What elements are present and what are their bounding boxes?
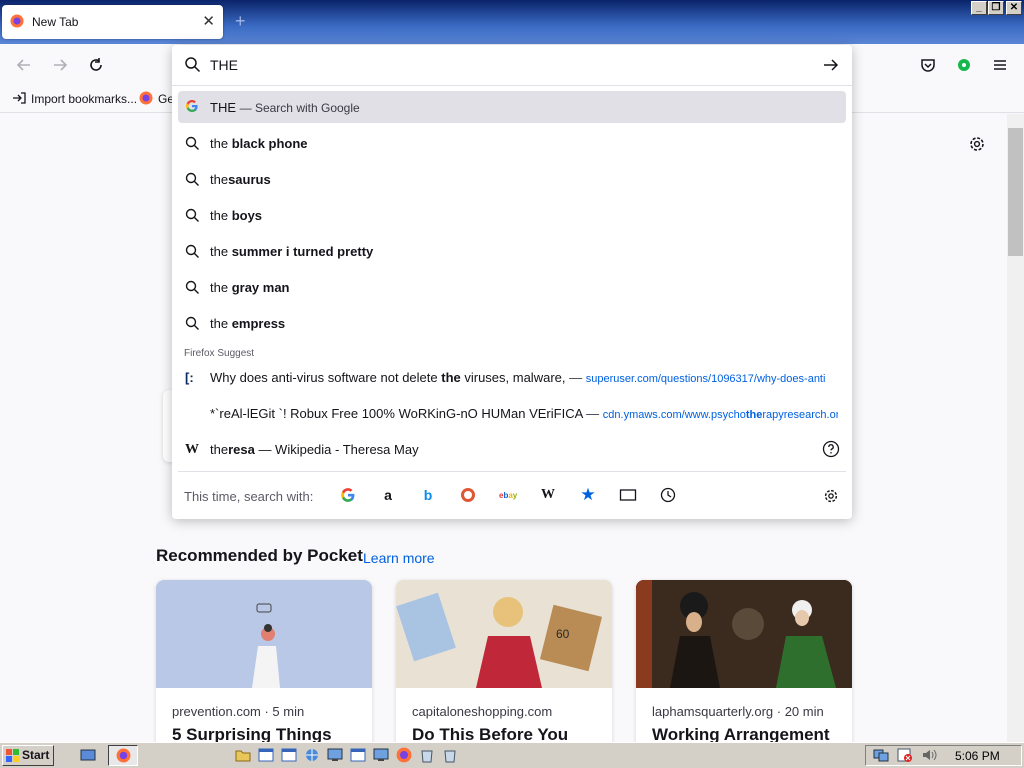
wikipedia-suggestion[interactable]: theresa — Wikipedia - Theresa May bbox=[210, 442, 419, 457]
search-icon bbox=[185, 172, 200, 192]
back-icon[interactable] bbox=[15, 56, 33, 74]
tab-title: New Tab bbox=[32, 15, 79, 29]
show-desktop-icon[interactable] bbox=[80, 747, 96, 763]
customize-gear-icon[interactable] bbox=[967, 134, 987, 159]
search-icon bbox=[185, 280, 200, 300]
firefox-suggest-label: Firefox Suggest bbox=[184, 348, 255, 359]
close-tab-icon[interactable]: ✕ bbox=[202, 12, 215, 30]
wikipedia-icon: W bbox=[185, 442, 199, 457]
suggestion-item[interactable]: the gray man bbox=[210, 280, 290, 295]
tabs-icon[interactable] bbox=[619, 487, 637, 505]
pocket-icon[interactable] bbox=[919, 56, 937, 74]
restore-button[interactable]: ❐ bbox=[988, 1, 1004, 15]
monitor-icon[interactable] bbox=[327, 747, 343, 763]
pocket-card[interactable]: prevention.com · 5 min 5 Surprising Thin… bbox=[156, 580, 372, 750]
network-icon[interactable] bbox=[304, 747, 320, 763]
ebay-icon[interactable]: ebay bbox=[499, 487, 517, 505]
bing-icon[interactable]: b bbox=[419, 487, 437, 505]
search-icon bbox=[184, 56, 201, 78]
extension-icon[interactable] bbox=[955, 56, 973, 74]
start-label: Start bbox=[22, 748, 50, 762]
pocket-card[interactable]: 60 capitaloneshopping.com Do This Before… bbox=[396, 580, 612, 750]
suggestion-item[interactable]: the black phone bbox=[210, 136, 308, 151]
google-icon bbox=[185, 99, 199, 118]
duckduckgo-icon[interactable] bbox=[459, 487, 477, 505]
wikipedia-icon[interactable]: W bbox=[539, 487, 557, 505]
network-tray-icon[interactable] bbox=[873, 747, 889, 763]
history-icon[interactable] bbox=[659, 487, 677, 505]
tab-new-tab[interactable]: New Tab ✕ bbox=[2, 5, 223, 39]
card-source: prevention.com · 5 min bbox=[172, 704, 305, 719]
forward-icon[interactable] bbox=[51, 56, 69, 74]
volume-icon[interactable] bbox=[921, 747, 937, 763]
window-icon[interactable] bbox=[258, 747, 274, 763]
firefox-icon bbox=[116, 748, 131, 768]
windows-flag-icon bbox=[6, 749, 20, 768]
recycle-bin-icon[interactable] bbox=[442, 747, 458, 763]
close-window-button[interactable]: ✕ bbox=[1006, 1, 1022, 15]
urlbar-input[interactable]: THE bbox=[210, 57, 238, 73]
bookmarks-icon[interactable]: ★ bbox=[579, 486, 597, 505]
learn-more-link[interactable]: Learn more bbox=[363, 550, 435, 566]
recycle-bin-icon[interactable] bbox=[419, 747, 435, 763]
svg-text:60: 60 bbox=[556, 627, 570, 641]
superuser-icon: [: bbox=[185, 370, 194, 385]
go-arrow-icon[interactable] bbox=[822, 56, 840, 79]
suggestion-item[interactable]: the empress bbox=[210, 316, 285, 331]
suggestion-item[interactable]: the summer i turned pretty bbox=[210, 244, 373, 259]
start-button[interactable]: Start bbox=[2, 745, 54, 766]
menu-icon[interactable] bbox=[991, 56, 1009, 74]
scrollbar-thumb[interactable] bbox=[1008, 128, 1023, 256]
window-icon[interactable] bbox=[281, 747, 297, 763]
oneoff-divider bbox=[178, 471, 846, 472]
search-icon bbox=[185, 316, 200, 336]
google-row-text: THE — Search with Google bbox=[210, 100, 360, 115]
card-image: 60 bbox=[396, 580, 612, 688]
suggestion-item[interactable]: thesaurus bbox=[210, 172, 271, 187]
taskbar-firefox-button[interactable] bbox=[108, 745, 138, 766]
oneoff-label: This time, search with: bbox=[184, 489, 314, 504]
search-settings-gear-icon[interactable] bbox=[822, 487, 840, 510]
firefox-icon[interactable] bbox=[396, 747, 412, 763]
window-icon[interactable] bbox=[350, 747, 366, 763]
card-image bbox=[636, 580, 852, 688]
import-bookmarks-link[interactable]: Import bookmarks... bbox=[31, 92, 137, 106]
help-icon[interactable] bbox=[822, 440, 840, 463]
google-icon[interactable] bbox=[339, 487, 357, 505]
pocket-card[interactable]: laphamsquarterly.org · 20 min Working Ar… bbox=[636, 580, 852, 750]
urlbar-divider bbox=[172, 85, 852, 86]
firefox-icon bbox=[10, 14, 24, 33]
new-tab-button[interactable]: + bbox=[235, 11, 246, 32]
reload-icon[interactable] bbox=[87, 56, 105, 74]
firefox-suggest-item[interactable]: Why does anti-virus software not delete … bbox=[210, 370, 838, 385]
suggestion-item[interactable]: the boys bbox=[210, 208, 262, 223]
search-icon bbox=[185, 208, 200, 228]
card-source: laphamsquarterly.org · 20 min bbox=[652, 704, 824, 719]
firefox-suggest-item[interactable]: *`reAl-lEGit `! Robux Free 100% WoRKinG-… bbox=[210, 406, 838, 421]
import-icon bbox=[12, 91, 26, 110]
firefox-bookmark-icon bbox=[139, 91, 153, 110]
search-icon bbox=[185, 136, 200, 156]
monitor-icon[interactable] bbox=[373, 747, 389, 763]
pocket-heading: Recommended by Pocket bbox=[156, 546, 363, 565]
amazon-icon[interactable]: a bbox=[379, 487, 397, 505]
folder-icon[interactable] bbox=[235, 747, 251, 763]
security-alert-icon[interactable] bbox=[897, 747, 913, 763]
card-source: capitaloneshopping.com bbox=[412, 704, 553, 719]
clock: 5:06 PM bbox=[955, 749, 1000, 763]
card-image bbox=[156, 580, 372, 688]
search-icon bbox=[185, 244, 200, 264]
minimize-button[interactable]: _ bbox=[971, 1, 987, 15]
